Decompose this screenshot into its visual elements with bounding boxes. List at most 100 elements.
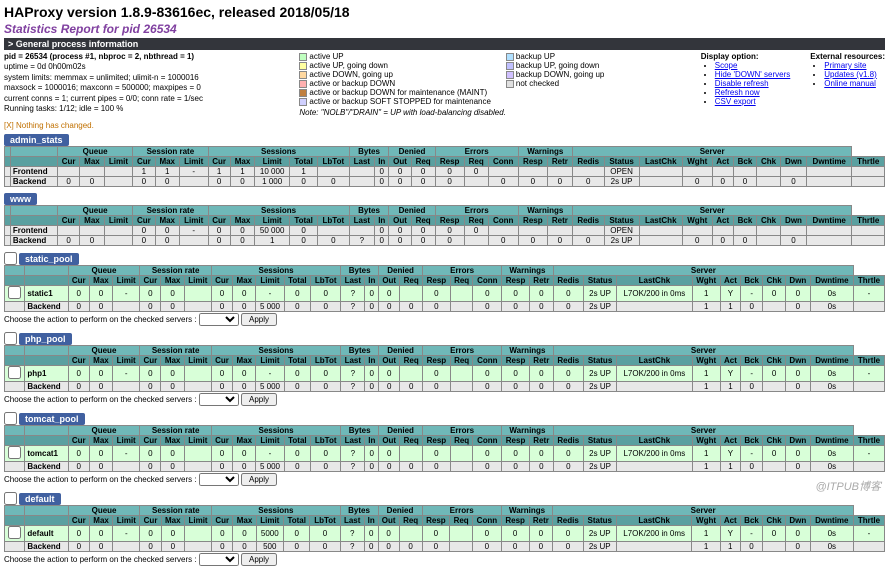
proxy-name[interactable]: www: [4, 193, 37, 205]
proxy-check[interactable]: [4, 492, 17, 505]
cell: 0: [311, 302, 341, 312]
cell: [547, 167, 572, 177]
cell: [806, 226, 851, 236]
col-header: Redis: [553, 516, 583, 526]
cell: 0: [464, 226, 488, 236]
cell: 0: [140, 302, 161, 312]
col-group: Sessions: [208, 206, 349, 216]
cell: Y: [720, 286, 740, 302]
cell: 2s UP: [583, 302, 616, 312]
display-option-link[interactable]: Hide 'DOWN' servers: [715, 70, 791, 79]
col-header: Req: [399, 516, 422, 526]
server-check[interactable]: [8, 366, 21, 379]
cell: [781, 226, 807, 236]
col-group: [5, 266, 25, 276]
proxy-name[interactable]: admin_stats: [4, 134, 69, 146]
proxy-name[interactable]: tomcat_pool: [19, 413, 85, 425]
cell: 0: [230, 236, 254, 246]
legend-color: [299, 98, 307, 106]
col-header: Conn: [473, 436, 502, 446]
legend-label: active or backup DOWN: [309, 79, 395, 88]
cell: [450, 542, 473, 552]
col-header: Cur: [211, 276, 232, 286]
legend-color: [299, 89, 307, 97]
cell: [854, 462, 885, 472]
cell: 0: [400, 302, 423, 312]
cell: 0: [473, 366, 502, 382]
action-select[interactable]: [199, 313, 239, 326]
apply-button[interactable]: Apply: [241, 553, 277, 566]
display-option-link[interactable]: Disable refresh: [715, 79, 769, 88]
cell: 0: [488, 177, 518, 187]
server-check[interactable]: [8, 526, 21, 539]
external-link[interactable]: Primary site: [824, 61, 866, 70]
col-group: Server: [553, 506, 854, 516]
external-link[interactable]: Updates (v1.8): [824, 70, 876, 79]
col-group: Warnings: [518, 206, 572, 216]
display-option-link[interactable]: Refresh now: [715, 88, 760, 97]
col-header: Dwntime: [810, 516, 853, 526]
col-group: Sessions: [208, 147, 349, 157]
cell: 0: [502, 366, 530, 382]
cell: [57, 226, 79, 236]
col-header: Act: [712, 157, 733, 167]
cell: 0: [211, 302, 232, 312]
cell: 0: [80, 177, 104, 187]
col-header: Wght: [682, 157, 712, 167]
cell: 0: [572, 236, 604, 246]
display-option-link[interactable]: CSV export: [715, 97, 756, 106]
cell: -: [741, 286, 763, 302]
server-check[interactable]: [8, 446, 21, 459]
row-name: Backend: [25, 302, 68, 312]
cell: [5, 382, 25, 392]
cell: 0: [290, 177, 318, 187]
apply-button[interactable]: Apply: [241, 393, 277, 406]
col-header: Status: [583, 356, 616, 366]
stats-tables: admin_statsQueueSession rateSessionsByte…: [4, 134, 885, 566]
col-header: Wght: [692, 436, 720, 446]
col-group: Bytes: [341, 346, 379, 356]
cell: -: [179, 167, 208, 177]
col-header: [5, 516, 25, 526]
cell: 0: [741, 302, 763, 312]
display-option-link[interactable]: Scope: [715, 61, 738, 70]
external-link[interactable]: Online manual: [824, 79, 876, 88]
cell: [639, 226, 682, 236]
proxy-name[interactable]: static_pool: [19, 253, 79, 265]
cell: 10 000: [255, 167, 290, 177]
proxy-check[interactable]: [4, 412, 17, 425]
proxy-check[interactable]: [4, 332, 17, 345]
cell: 0: [208, 226, 230, 236]
col-header: Act: [712, 216, 733, 226]
cell: 0: [389, 167, 411, 177]
proxy-name[interactable]: php_pool: [19, 333, 72, 345]
cell: [184, 526, 211, 542]
action-select[interactable]: [199, 393, 239, 406]
apply-button[interactable]: Apply: [241, 313, 277, 326]
col-header: Bck: [741, 436, 763, 446]
cell: OPEN: [604, 226, 639, 236]
cell: 0: [233, 302, 256, 312]
action-select[interactable]: [199, 473, 239, 486]
cell: 0: [529, 462, 553, 472]
col-group: Sessions: [211, 346, 340, 356]
apply-button[interactable]: Apply: [241, 473, 277, 486]
cell: 0: [208, 236, 230, 246]
server-check[interactable]: [8, 286, 21, 299]
col-header: LbTot: [318, 216, 350, 226]
cell: 0: [422, 542, 450, 552]
cell: [400, 446, 423, 462]
col-group: Bytes: [340, 506, 378, 516]
action-select[interactable]: [199, 553, 239, 566]
cell: 0: [502, 446, 530, 462]
cell: ?: [341, 462, 365, 472]
cell: ?: [340, 542, 364, 552]
proxy-check[interactable]: [4, 252, 17, 265]
cell: [349, 177, 374, 187]
col-header: Total: [290, 157, 318, 167]
cell: 0: [488, 236, 518, 246]
proxy-name[interactable]: default: [19, 493, 61, 505]
cell: 0: [411, 177, 435, 187]
page-title: HAProxy version 1.8.9-83616ec, released …: [4, 4, 885, 20]
col-header: Limit: [255, 216, 290, 226]
